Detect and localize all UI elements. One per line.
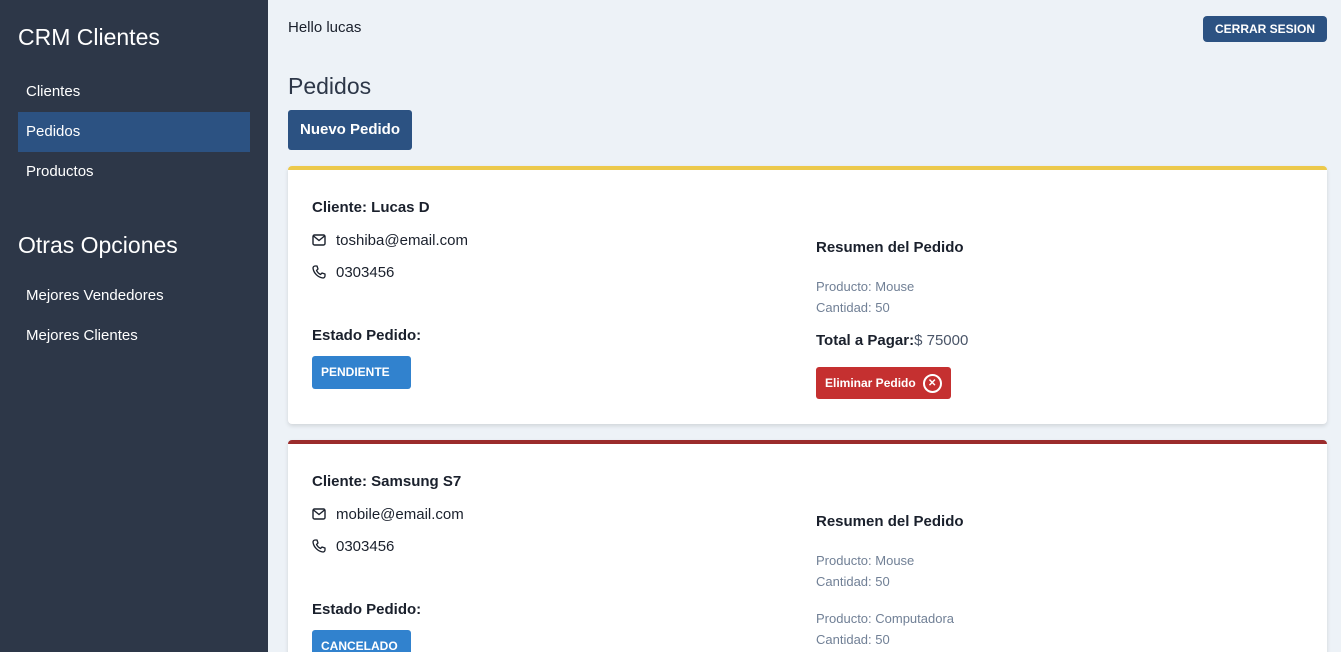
total-label: Total a Pagar: xyxy=(816,332,915,349)
client-name: Cliente: Lucas D xyxy=(312,199,430,216)
main-nav: Clientes Pedidos Productos xyxy=(18,72,250,192)
item-product: Producto: Mouse xyxy=(816,553,915,568)
order-client-info: Cliente: Samsung S7 mobile@email.com 030… xyxy=(312,444,792,652)
order-summary: Resumen del Pedido Producto: Mouse Canti… xyxy=(816,444,1296,650)
client-phone: 0303456 xyxy=(312,536,792,556)
item-quantity: Cantidad: 50 xyxy=(816,300,890,315)
item-quantity: Cantidad: 50 xyxy=(816,574,890,589)
close-circle-icon: ✕ xyxy=(922,373,942,393)
order-client-info: Cliente: Lucas D toshiba@email.com 03034… xyxy=(312,170,792,389)
mail-icon xyxy=(312,508,326,520)
summary-title: Resumen del Pedido xyxy=(816,513,964,530)
delete-order-label: Eliminar Pedido xyxy=(825,376,916,390)
phone-icon xyxy=(312,265,326,279)
order-card: Cliente: Samsung S7 mobile@email.com 030… xyxy=(288,440,1327,652)
item-quantity: Cantidad: 50 xyxy=(816,632,890,647)
sidebar: CRM Clientes Clientes Pedidos Productos … xyxy=(0,0,268,652)
client-name: Cliente: Samsung S7 xyxy=(312,473,462,490)
order-summary: Resumen del Pedido Producto: Mouse Canti… xyxy=(816,170,1296,399)
main-content: Hello lucas CERRAR SESION Pedidos Nuevo … xyxy=(268,0,1341,652)
page-title: Pedidos xyxy=(288,73,372,99)
client-email-text: toshiba@email.com xyxy=(336,231,468,249)
greeting: Hello lucas xyxy=(288,19,362,36)
estado-select[interactable]: CANCELADO xyxy=(312,630,411,652)
total-value: $ 75000 xyxy=(914,332,969,349)
sidebar-item-mejores-clientes[interactable]: Mejores Clientes xyxy=(18,316,250,356)
client-phone: 0303456 xyxy=(312,262,792,282)
sidebar-item-pedidos[interactable]: Pedidos xyxy=(18,112,250,152)
phone-icon xyxy=(312,539,326,553)
client-phone-text: 0303456 xyxy=(336,537,395,555)
client-phone-text: 0303456 xyxy=(336,263,395,281)
order-card: Cliente: Lucas D toshiba@email.com 03034… xyxy=(288,166,1327,424)
sidebar-item-productos[interactable]: Productos xyxy=(18,152,250,192)
order-item: Producto: Mouse Cantidad: 50 xyxy=(816,550,1296,592)
item-product: Producto: Computadora xyxy=(816,611,955,626)
section-title-otras-opciones: Otras Opciones xyxy=(18,232,178,258)
client-email: toshiba@email.com xyxy=(312,230,792,250)
secondary-nav: Mejores Vendedores Mejores Clientes xyxy=(18,276,250,356)
new-order-button[interactable]: Nuevo Pedido xyxy=(288,110,413,150)
order-item: Producto: Computadora Cantidad: 50 xyxy=(816,608,1296,650)
estado-select[interactable]: PENDIENTE xyxy=(312,356,411,389)
logout-button[interactable]: CERRAR SESION xyxy=(1202,16,1327,42)
sidebar-item-clientes[interactable]: Clientes xyxy=(18,72,250,112)
order-item: Producto: Mouse Cantidad: 50 xyxy=(816,276,1296,318)
order-total: Total a Pagar:$ 75000 xyxy=(816,330,1296,352)
top-bar: Hello lucas CERRAR SESION xyxy=(288,0,1327,58)
estado-label: Estado Pedido: xyxy=(312,601,422,618)
estado-label: Estado Pedido: xyxy=(312,327,422,344)
item-product: Producto: Mouse xyxy=(816,279,915,294)
brand-title: CRM Clientes xyxy=(18,24,160,50)
sidebar-item-mejores-vendedores[interactable]: Mejores Vendedores xyxy=(18,276,250,316)
client-email: mobile@email.com xyxy=(312,504,792,524)
delete-order-button[interactable]: Eliminar Pedido ✕ xyxy=(816,367,951,399)
client-email-text: mobile@email.com xyxy=(336,505,464,523)
summary-title: Resumen del Pedido xyxy=(816,239,964,256)
mail-icon xyxy=(312,234,326,246)
